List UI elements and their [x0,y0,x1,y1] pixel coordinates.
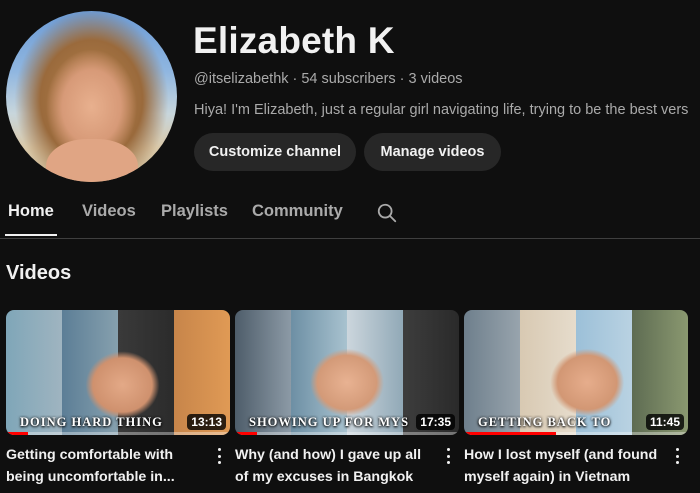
video-title[interactable]: How I lost myself (and found myself agai… [464,444,660,488]
video-card: DOING HARD THING 13:13 Getting comfortab… [6,310,230,493]
video-thumbnail[interactable]: SHOWING UP FOR MYS 17:35 [235,310,459,435]
manage-videos-button[interactable]: Manage videos [364,133,501,171]
video-card: SHOWING UP FOR MYS 17:35 Why (and how) I… [235,310,459,493]
subscriber-count: 54 subscribers [301,71,396,87]
video-thumbnail[interactable]: DOING HARD THING 13:13 [6,310,230,435]
videos-section-title[interactable]: Videos [6,262,71,285]
more-vert-icon[interactable] [214,446,224,466]
tab-videos[interactable]: Videos [82,202,136,221]
watch-progress-fill [6,432,29,435]
customize-channel-button[interactable]: Customize channel [194,133,356,171]
meta-separator: · [292,71,298,87]
tab-community[interactable]: Community [252,202,343,221]
channel-name: Elizabeth K [193,20,395,61]
tab-playlists[interactable]: Playlists [161,202,228,221]
video-count: 3 videos [408,71,463,87]
watch-progress-fill [464,432,556,435]
video-duration: 11:45 [645,414,684,430]
watch-progress-bar [235,432,459,435]
channel-description[interactable]: Hiya! I'm Elizabeth, just a regular girl… [194,102,700,118]
search-icon[interactable] [376,202,398,224]
more-vert-icon[interactable] [443,446,453,466]
tab-home[interactable]: Home [8,202,54,221]
channel-handle: @itselizabethk [194,71,289,87]
video-card: GETTING BACK TO 11:45 How I lost myself … [464,310,688,493]
video-duration: 13:13 [187,414,226,430]
more-vert-icon[interactable] [672,446,682,466]
tabs-divider [0,238,700,239]
meta-separator: · [399,71,405,87]
watch-progress-fill [235,432,258,435]
avatar-portrait [46,139,138,182]
watch-progress-bar [464,432,688,435]
video-thumbnail[interactable]: GETTING BACK TO 11:45 [464,310,688,435]
active-tab-indicator [5,234,57,236]
watch-progress-bar [6,432,230,435]
video-title[interactable]: Getting comfortable with being uncomfort… [6,444,202,488]
channel-meta: @itselizabethk · 54 subscribers · 3 videos [194,71,463,87]
video-duration: 17:35 [416,414,455,430]
channel-avatar[interactable] [6,11,177,182]
channel-tabs: Home Videos Playlists Community [0,198,700,238]
video-title[interactable]: Why (and how) I gave up all of my excuse… [235,444,431,488]
channel-page: Elizabeth K @itselizabethk · 54 subscriber… [0,0,700,493]
